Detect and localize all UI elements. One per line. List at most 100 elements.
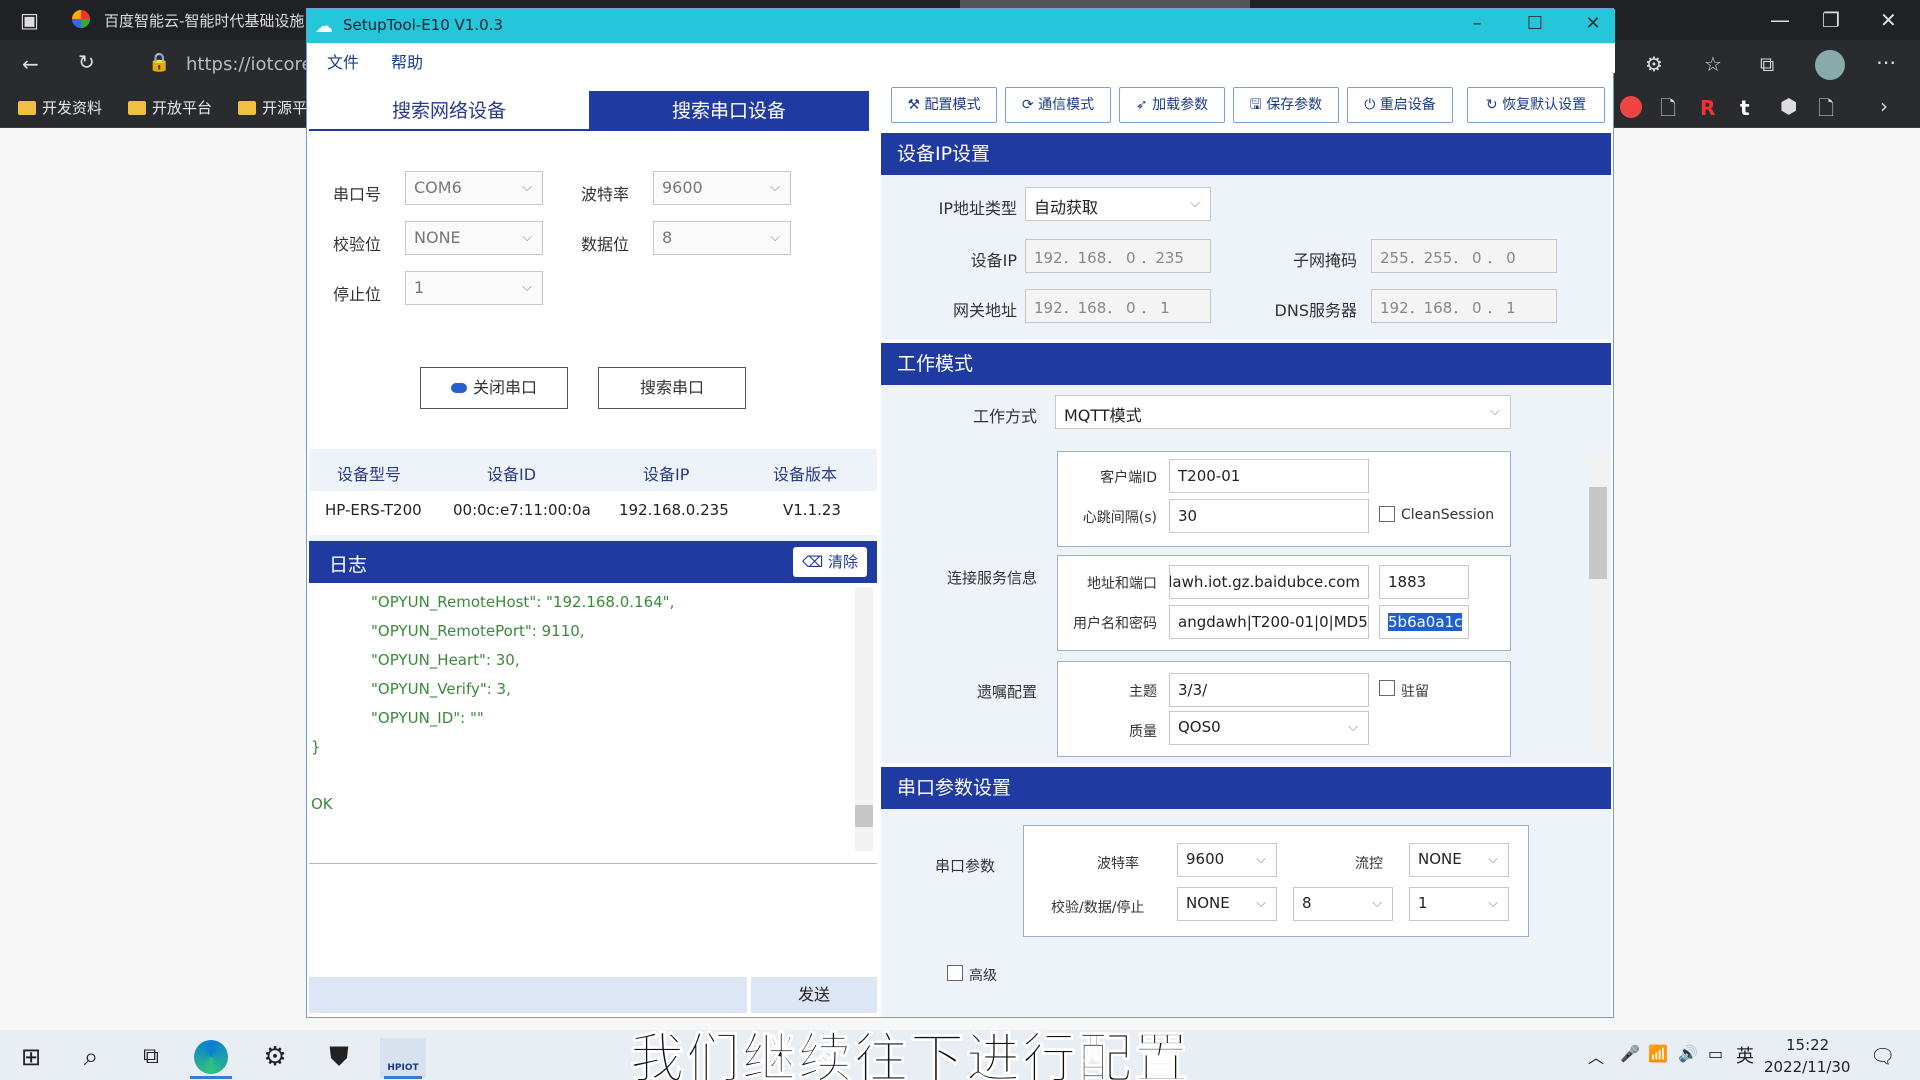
tab-actions-icon[interactable]: ▣ — [20, 8, 39, 32]
menu-file[interactable]: 文件 — [327, 49, 359, 73]
app-titlebar[interactable] — [307, 9, 1615, 43]
browser-tab-active[interactable] — [960, 0, 1250, 8]
password-field[interactable]: 5b6a0a1c — [1379, 605, 1469, 639]
app-title: SetupTool-E10 V1.0.3 — [343, 16, 503, 34]
hpiot-app-icon[interactable]: HPIOT — [380, 1038, 426, 1078]
username-field[interactable]: angdawh|T200-01|0|MD5 — [1169, 605, 1369, 639]
clean-session-checkbox[interactable] — [1379, 506, 1395, 522]
tab-search-network[interactable]: 搜索网络设备 — [309, 91, 589, 131]
topic-field[interactable]: 3/3/ — [1169, 673, 1369, 707]
task-view-icon[interactable]: ⧉ — [134, 1040, 168, 1074]
advanced-label: 高级 — [969, 968, 997, 984]
chevron-down-icon: ⌵ — [1256, 896, 1266, 911]
baud-select[interactable]: 9600 ⌵ — [653, 171, 791, 205]
ip-type-select[interactable]: 自动获取 ⌵ — [1025, 187, 1211, 221]
restart-device-button[interactable]: ⏻ 重启设备 — [1347, 87, 1453, 123]
bookmark-icon-1[interactable] — [1620, 96, 1642, 118]
work-mode-scroll-thumb[interactable] — [1589, 487, 1607, 579]
restore-defaults-button[interactable]: ↻ 恢复默认设置 — [1467, 87, 1605, 123]
config-mode-button[interactable]: ⚒ 配置模式 — [891, 87, 997, 123]
close-port-button[interactable]: 关闭串口 — [420, 367, 568, 409]
retain-checkbox[interactable] — [1379, 680, 1395, 696]
save-params-button[interactable]: 🖫 保存参数 — [1233, 87, 1339, 123]
advanced-checkbox[interactable] — [947, 965, 963, 981]
browser-tab-title[interactable]: 百度智能云-智能时代基础设施 — [104, 10, 304, 31]
bookmark-2[interactable]: 开源平 — [238, 97, 307, 118]
databits-value: 8 — [662, 228, 673, 247]
volume-icon[interactable]: 🔊 — [1678, 1044, 1698, 1063]
back-icon[interactable]: ← — [22, 52, 39, 76]
search-port-button[interactable]: 搜索串口 — [598, 367, 746, 409]
clock-time[interactable]: 15:22 — [1786, 1036, 1829, 1054]
toggle-icon — [450, 383, 467, 393]
serial-parity-select[interactable]: NONE ⌵ — [1177, 887, 1277, 921]
serial-stopbits-select[interactable]: 1 ⌵ — [1409, 887, 1509, 921]
server-port-field[interactable]: 1883 — [1379, 565, 1469, 599]
document-icon[interactable]: 🗋 — [1660, 94, 1676, 128]
qos-select[interactable]: QOS0 ⌵ — [1169, 711, 1369, 745]
ime-indicator[interactable]: 英 — [1736, 1042, 1754, 1068]
chevron-down-icon: ⌵ — [1256, 852, 1266, 867]
search-icon[interactable]: ⌕ — [74, 1040, 108, 1074]
address-input[interactable]: https://iotcore- — [186, 54, 319, 75]
comm-mode-button[interactable]: ⟳ 通信模式 — [1005, 87, 1111, 123]
favorites-icon[interactable]: ☆ — [1704, 52, 1722, 76]
clock-date[interactable]: 2022/11/30 — [1764, 1058, 1850, 1076]
close-icon[interactable]: ✕ — [1880, 8, 1897, 32]
tab-search-serial[interactable]: 搜索串口设备 — [589, 91, 869, 131]
chevron-right-icon[interactable]: › — [1880, 94, 1888, 118]
tray-chevron-up-icon[interactable]: ︿ — [1588, 1044, 1604, 1068]
notification-icon[interactable]: 🗨 — [1870, 1044, 1895, 1068]
serial-baud-select[interactable]: 9600 ⌵ — [1177, 843, 1277, 877]
battery-icon[interactable]: ▭ — [1708, 1044, 1723, 1063]
send-text-field[interactable] — [309, 977, 747, 1013]
client-id-field[interactable]: T200-01 — [1169, 459, 1369, 493]
app-minimize-icon[interactable]: – — [1457, 13, 1497, 39]
document-icon-2[interactable]: 🗋 — [1818, 94, 1834, 128]
clear-log-button[interactable]: ⌫ 清除 — [793, 547, 867, 577]
dns-field[interactable]: 192．168． 0 ． 1 — [1371, 289, 1557, 323]
log-scroll-thumb[interactable] — [855, 805, 873, 827]
reload-icon[interactable]: ↻ — [78, 50, 95, 74]
bookmark-r-icon[interactable]: R — [1700, 96, 1715, 120]
restore-icon[interactable]: ❐ — [1822, 8, 1840, 32]
will-config-label: 遗嘱配置 — [977, 683, 1038, 701]
databits-select[interactable]: 8 ⌵ — [653, 221, 791, 255]
bookmark-shield-icon[interactable]: ⬢ — [1780, 94, 1797, 118]
profile-avatar[interactable] — [1815, 50, 1845, 80]
parity-select[interactable]: NONE ⌵ — [405, 221, 543, 255]
server-address-field[interactable]: dawh.iot.gz.baidubce.com — [1169, 565, 1369, 599]
bookmark-t-icon[interactable]: t — [1740, 96, 1750, 120]
send-button[interactable]: 发送 — [751, 977, 877, 1013]
work-mode-header: 工作模式 — [881, 343, 1611, 385]
app-maximize-icon[interactable]: ☐ — [1515, 13, 1555, 39]
more-icon[interactable]: ⋯ — [1876, 50, 1896, 74]
security-shield-icon[interactable]: ⛊ — [322, 1040, 356, 1074]
windows-start-icon[interactable]: ⊞ — [14, 1040, 48, 1074]
menu-help[interactable]: 帮助 — [391, 49, 423, 73]
minimize-icon[interactable]: — — [1770, 8, 1790, 32]
edge-browser-icon[interactable] — [194, 1040, 228, 1074]
extensions-icon[interactable]: ⚙ — [1645, 52, 1663, 76]
network-icon[interactable]: 📶 — [1648, 1044, 1668, 1063]
bookmark-1[interactable]: 开放平台 — [128, 97, 212, 118]
bookmark-0[interactable]: 开发资料 — [18, 97, 102, 118]
serial-databits-select[interactable]: 8 ⌵ — [1293, 887, 1393, 921]
chevron-down-icon: ⌵ — [770, 180, 780, 195]
work-mode-select[interactable]: MQTT模式 ⌵ — [1055, 395, 1511, 429]
heartbeat-field[interactable]: 30 — [1169, 499, 1369, 533]
load-params-button[interactable]: ➶ 加载参数 — [1119, 87, 1225, 123]
collections-icon[interactable]: ⧉ — [1760, 52, 1774, 76]
gateway-field[interactable]: 192．168． 0 ． 1 — [1025, 289, 1211, 323]
app-close-icon[interactable]: ✕ — [1573, 13, 1613, 39]
cell-model: HP-ERS-T200 — [325, 501, 422, 519]
device-ip-field[interactable]: 192．168． 0 ．235 — [1025, 239, 1211, 273]
stopbits-select[interactable]: 1 ⌵ — [405, 271, 543, 305]
subnet-mask-field[interactable]: 255．255． 0 ． 0 — [1371, 239, 1557, 273]
flow-control-select[interactable]: NONE ⌵ — [1409, 843, 1509, 877]
port-select[interactable]: COM6 ⌵ — [405, 171, 543, 205]
settings-gear-icon[interactable]: ⚙ — [258, 1040, 292, 1074]
microphone-icon[interactable]: 🎤 — [1620, 1044, 1640, 1063]
baud-label: 波特率 — [581, 185, 630, 204]
send-input[interactable] — [309, 867, 877, 987]
